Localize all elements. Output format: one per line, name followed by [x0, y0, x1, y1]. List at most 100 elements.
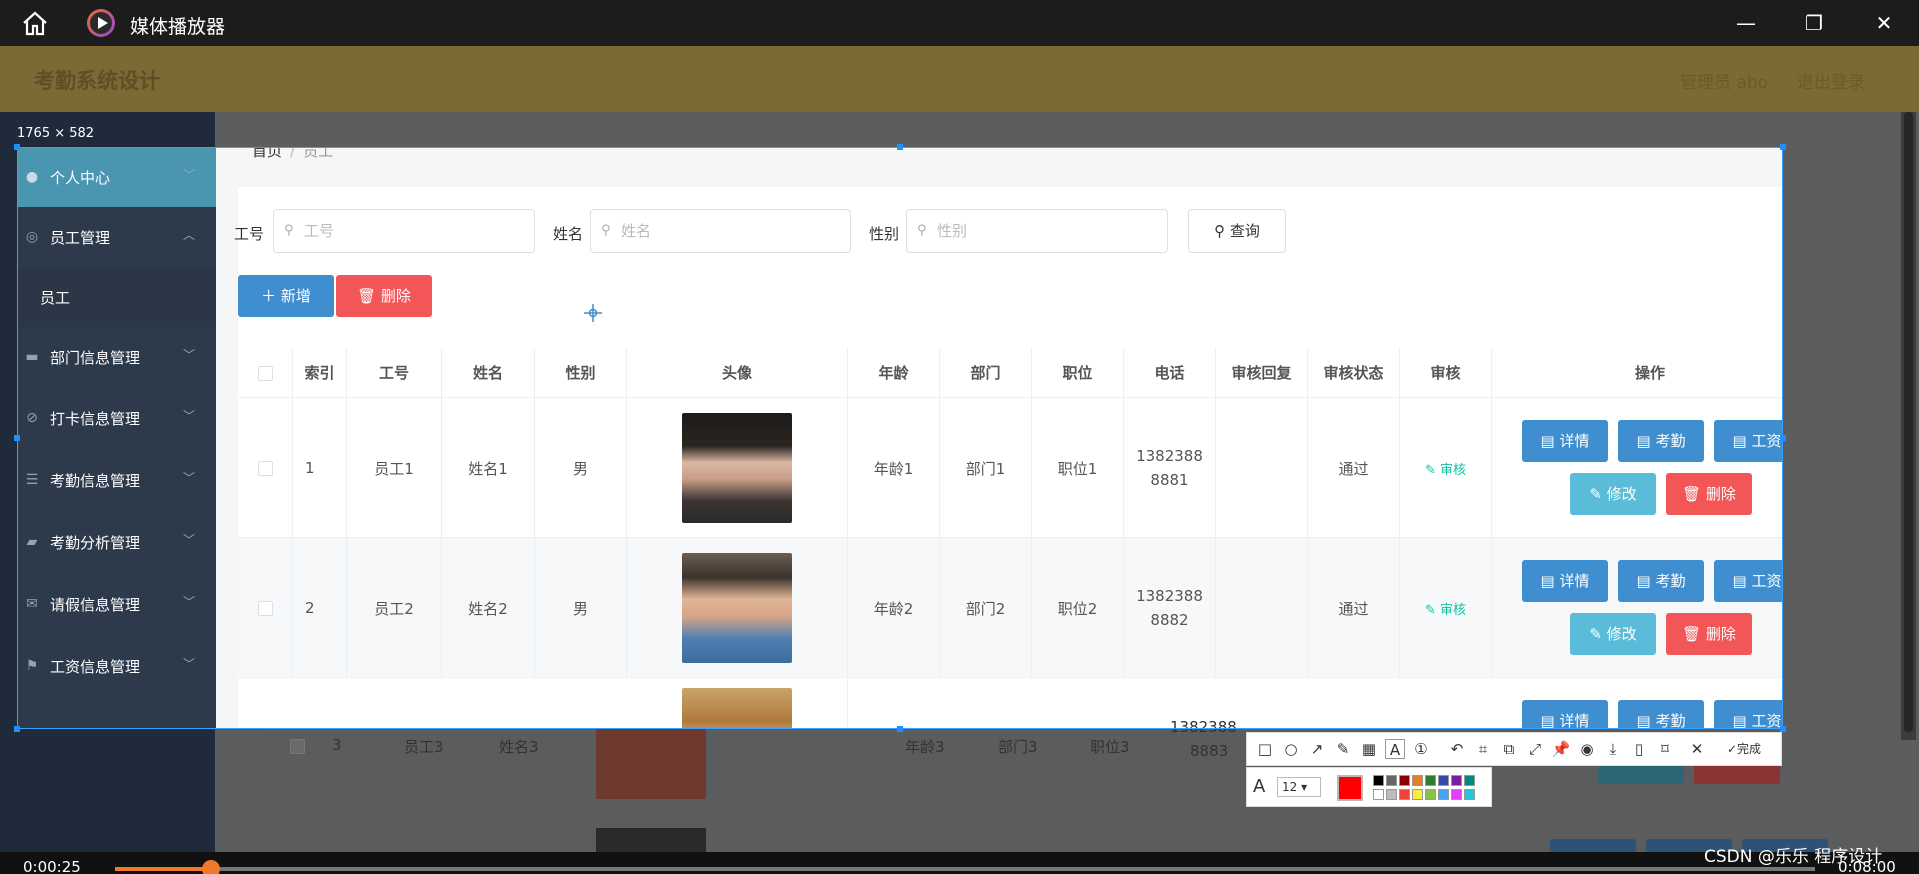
attendance-button[interactable]: ▤ 考勤 [1618, 700, 1704, 729]
review-link[interactable]: ✎ 审核 [1425, 459, 1466, 478]
salary-button[interactable]: ▤ 工资 [1714, 560, 1783, 602]
translate-icon[interactable]: ⧉ [1499, 739, 1519, 759]
color-swatch[interactable] [1399, 789, 1410, 800]
close-icon[interactable]: ✕ [1872, 12, 1896, 34]
row-select[interactable] [238, 538, 293, 678]
resize-handle[interactable] [897, 726, 903, 732]
delete-button[interactable]: 🗑 删除 [1666, 473, 1752, 515]
seek-handle[interactable] [202, 860, 220, 874]
row-select[interactable] [238, 398, 293, 538]
resize-handle[interactable] [897, 144, 903, 150]
capture-selection[interactable]: ● 个人中心 ﹀ ◎ 员工管理 ︿ 员工 ▬ 部门信息管理 ﹀ ⊘ 打卡信息管理… [17, 147, 1783, 729]
color-swatch[interactable] [1412, 789, 1423, 800]
cell-review[interactable]: ✎ 审核 [1400, 398, 1492, 538]
salary-button[interactable]: ▤ 工资 [1714, 700, 1783, 729]
sidebar-item-analysis[interactable]: ▰ 考勤分析管理 ﹀ [17, 512, 216, 572]
salary-button[interactable]: ▤ 工资 [1714, 420, 1783, 462]
color-swatch[interactable] [1373, 775, 1384, 786]
resize-handle[interactable] [1780, 144, 1786, 150]
color-swatch[interactable] [1425, 775, 1436, 786]
admin-link[interactable]: 管理员 abo [1680, 68, 1768, 93]
seek-bar[interactable] [115, 867, 1815, 871]
text-tool-icon[interactable]: A [1385, 739, 1405, 759]
color-swatch[interactable] [1438, 775, 1449, 786]
logout-link[interactable]: 退出登录 [1797, 68, 1865, 93]
restore-icon[interactable]: ❐ [1802, 12, 1826, 34]
undo-icon[interactable]: ↶ [1447, 739, 1467, 759]
ticket-icon: ▰ [26, 534, 38, 550]
resize-handle[interactable] [14, 144, 20, 150]
cell-review[interactable]: ✎ 审核 [1400, 538, 1492, 678]
color-swatch[interactable] [1386, 789, 1397, 800]
detail-button[interactable] [1550, 839, 1636, 852]
query-button[interactable]: ⚲ 查询 [1188, 209, 1286, 253]
resize-handle[interactable] [1780, 435, 1786, 441]
font-size-select[interactable]: 12 ▾ [1277, 777, 1321, 797]
download-icon[interactable]: ⤓ [1603, 739, 1623, 759]
crosshair-cursor-icon [584, 304, 602, 322]
color-swatch[interactable] [1451, 789, 1462, 800]
edit-button[interactable]: ✎ 修改 [1570, 613, 1656, 655]
color-swatch[interactable] [1451, 775, 1462, 786]
cell-name: 姓名1 [442, 398, 535, 538]
page-scrollbar[interactable] [1901, 112, 1916, 740]
sidebar-item-personal[interactable]: ● 个人中心 ﹀ [17, 147, 216, 207]
row-checkbox[interactable] [257, 600, 273, 616]
filter-id-input[interactable]: ⚲ 工号 [273, 209, 535, 253]
mosaic-tool-icon[interactable]: ▦ [1359, 739, 1379, 759]
color-swatch[interactable] [1386, 775, 1397, 786]
minimize-icon[interactable]: — [1734, 12, 1758, 34]
pen-tool-icon[interactable]: ✎ [1333, 739, 1353, 759]
cancel-icon[interactable]: ✕ [1687, 739, 1707, 759]
bookmark-icon[interactable]: ⌑ [1655, 739, 1675, 759]
current-color-swatch[interactable] [1337, 775, 1363, 801]
color-swatch[interactable] [1438, 789, 1449, 800]
breadcrumb-home[interactable]: 首页 [252, 147, 282, 160]
detail-button[interactable]: ▤ 详情 [1522, 560, 1608, 602]
filter-name-input[interactable]: ⚲ 姓名 [590, 209, 851, 253]
home-icon[interactable] [20, 10, 50, 36]
sidebar-item-employee-mgmt[interactable]: ◎ 员工管理 ︿ [17, 207, 216, 267]
resize-handle[interactable] [14, 435, 20, 441]
rectangle-tool-icon[interactable]: □ [1255, 739, 1275, 759]
ellipse-tool-icon[interactable]: ○ [1281, 739, 1301, 759]
cell-index: 1 [293, 398, 347, 538]
phone-icon[interactable]: ▯ [1629, 739, 1649, 759]
color-swatch[interactable] [1425, 789, 1436, 800]
attendance-button[interactable]: ▤ 考勤 [1618, 420, 1704, 462]
ocr-icon[interactable]: ⌗ [1473, 739, 1493, 759]
sidebar-item-leave[interactable]: ✉ 请假信息管理 ﹀ [17, 574, 216, 634]
batch-delete-button[interactable]: 🗑 删除 [336, 275, 432, 317]
arrow-tool-icon[interactable]: ↗ [1307, 739, 1327, 759]
pin-icon[interactable]: 📌 [1551, 739, 1571, 759]
select-all-checkbox[interactable] [257, 366, 273, 381]
attendance-button[interactable]: ▤ 考勤 [1618, 560, 1704, 602]
sidebar-subitem-employee[interactable]: 员工 [17, 267, 216, 327]
color-swatch[interactable] [1399, 775, 1410, 786]
header-select[interactable] [238, 348, 293, 398]
color-swatch[interactable] [1412, 775, 1423, 786]
sidebar-item-punch[interactable]: ⊘ 打卡信息管理 ﹀ [17, 388, 216, 448]
color-swatch[interactable] [1464, 789, 1475, 800]
color-swatch[interactable] [1464, 775, 1475, 786]
record-icon[interactable]: ◉ [1577, 739, 1597, 759]
sidebar-item-attendance[interactable]: ☰ 考勤信息管理 ﹀ [17, 450, 216, 510]
detail-button[interactable]: ▤ 详情 [1522, 700, 1608, 729]
add-button[interactable]: ＋ 新增 [238, 275, 334, 317]
sidebar-item-salary[interactable]: ⚑ 工资信息管理 ﹀ [17, 636, 216, 696]
scroll-capture-icon[interactable]: ⤢ [1525, 739, 1545, 759]
row-checkbox[interactable] [257, 460, 273, 476]
row-checkbox[interactable] [290, 739, 305, 754]
delete-button[interactable]: 🗑 删除 [1666, 613, 1752, 655]
filter-gender-input[interactable]: ⚲ 性别 [906, 209, 1168, 253]
number-tool-icon[interactable]: ① [1411, 739, 1431, 759]
sidebar-item-dept[interactable]: ▬ 部门信息管理 ﹀ [17, 327, 216, 387]
done-button[interactable]: ✓完成 [1713, 739, 1775, 759]
resize-handle[interactable] [14, 726, 20, 732]
color-swatch[interactable] [1373, 789, 1384, 800]
review-link[interactable]: ✎ 审核 [1425, 599, 1466, 618]
edit-button[interactable]: ✎ 修改 [1570, 473, 1656, 515]
detail-button[interactable]: ▤ 详情 [1522, 420, 1608, 462]
scrollbar-thumb[interactable] [1904, 112, 1913, 732]
cell-name: 姓名2 [442, 538, 535, 678]
